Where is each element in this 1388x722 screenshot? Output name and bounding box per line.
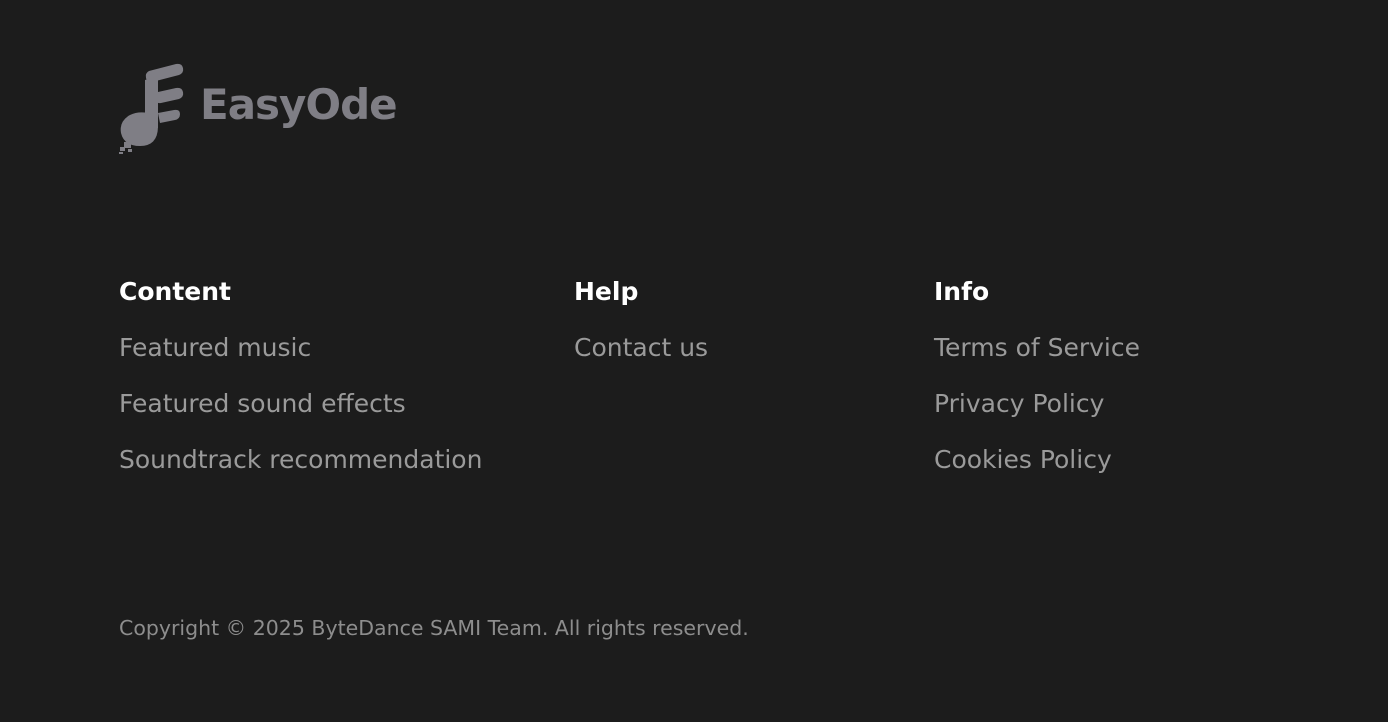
- list-item: Featured sound effects: [119, 384, 482, 440]
- soundtrack-recommendation-link[interactable]: Soundtrack recommendation: [119, 445, 482, 474]
- info-links-list: Terms of Service Privacy Policy Cookies …: [934, 328, 1140, 496]
- footer-column-info: Info Terms of Service Privacy Policy Coo…: [934, 272, 1140, 496]
- list-item: Soundtrack recommendation: [119, 440, 482, 496]
- featured-sound-effects-link[interactable]: Featured sound effects: [119, 389, 406, 418]
- help-links-list: Contact us: [574, 328, 708, 384]
- featured-music-link[interactable]: Featured music: [119, 333, 311, 362]
- music-note-logo-icon: [119, 63, 184, 154]
- list-item: Featured music: [119, 328, 482, 384]
- terms-of-service-link[interactable]: Terms of Service: [934, 333, 1140, 362]
- list-item: Cookies Policy: [934, 440, 1140, 496]
- column-heading-help: Help: [574, 277, 639, 306]
- copyright-text: Copyright © 2025 ByteDance SAMI Team. Al…: [119, 615, 749, 640]
- column-heading-info: Info: [934, 277, 990, 306]
- content-links-list: Featured music Featured sound effects So…: [119, 328, 482, 496]
- contact-us-link[interactable]: Contact us: [574, 333, 708, 362]
- site-footer: EasyOde Content Featured music Featured …: [0, 0, 1388, 722]
- list-item: Privacy Policy: [934, 384, 1140, 440]
- list-item: Terms of Service: [934, 328, 1140, 384]
- column-heading-content: Content: [119, 277, 231, 306]
- footer-column-help: Help Contact us: [574, 272, 708, 384]
- list-item: Contact us: [574, 328, 708, 384]
- brand-logo[interactable]: EasyOde: [118, 62, 398, 154]
- brand-name: EasyOde: [200, 80, 398, 129]
- cookies-policy-link[interactable]: Cookies Policy: [934, 445, 1112, 474]
- footer-column-content: Content Featured music Featured sound ef…: [119, 272, 482, 496]
- privacy-policy-link[interactable]: Privacy Policy: [934, 389, 1104, 418]
